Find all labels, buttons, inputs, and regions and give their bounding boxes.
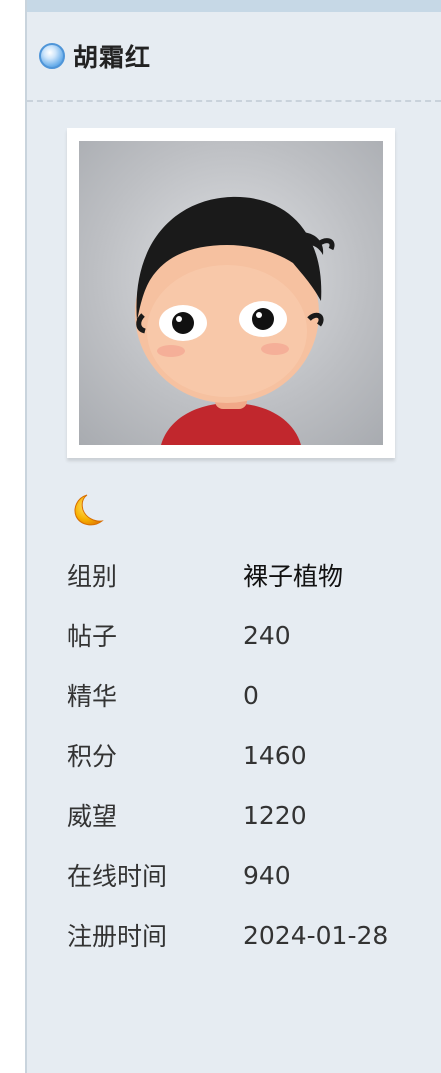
username-row: 胡霜红 — [39, 38, 151, 74]
stat-value: 裸子植物 — [243, 562, 344, 591]
stat-label: 在线时间 — [67, 862, 168, 891]
divider — [27, 100, 441, 102]
stat-label: 组别 — [67, 562, 118, 591]
stat-row-digest: 精华 0 — [67, 665, 427, 725]
stat-row-register-date: 注册时间 2024-01-28 — [67, 905, 427, 965]
stat-value: 940 — [243, 860, 291, 890]
stat-row-points: 积分 1460 — [67, 725, 427, 785]
online-status-icon — [39, 43, 65, 69]
stat-row-posts: 帖子 240 — [67, 605, 427, 665]
username[interactable]: 胡霜红 — [73, 38, 151, 74]
stat-value: 2024-01-28 — [243, 920, 389, 950]
avatar[interactable] — [79, 141, 383, 445]
avatar-frame[interactable] — [67, 128, 395, 458]
stat-row-group: 组别 裸子植物 — [67, 545, 427, 605]
stat-row-online-time: 在线时间 940 — [67, 845, 427, 905]
stat-value: 1220 — [243, 800, 307, 830]
stat-row-prestige: 威望 1220 — [67, 785, 427, 845]
stat-value: 1460 — [243, 740, 307, 770]
stat-label: 注册时间 — [67, 922, 168, 951]
user-info-panel: 胡霜红 组别 裸子植物 帖子 240 精华 0 积分 1460 威望 1220 … — [25, 0, 441, 1073]
stat-value: 0 — [243, 680, 259, 710]
stat-value: 240 — [243, 620, 291, 650]
stat-label: 积分 — [67, 742, 118, 771]
user-stats: 组别 裸子植物 帖子 240 精华 0 积分 1460 威望 1220 在线时间… — [67, 545, 427, 965]
stat-label: 威望 — [67, 802, 118, 831]
stat-label: 精华 — [67, 682, 118, 711]
crescent-moon-icon — [74, 494, 104, 526]
stat-label: 帖子 — [67, 622, 118, 651]
cartoon-boy-avatar-icon — [135, 196, 335, 445]
top-strip — [27, 0, 441, 12]
